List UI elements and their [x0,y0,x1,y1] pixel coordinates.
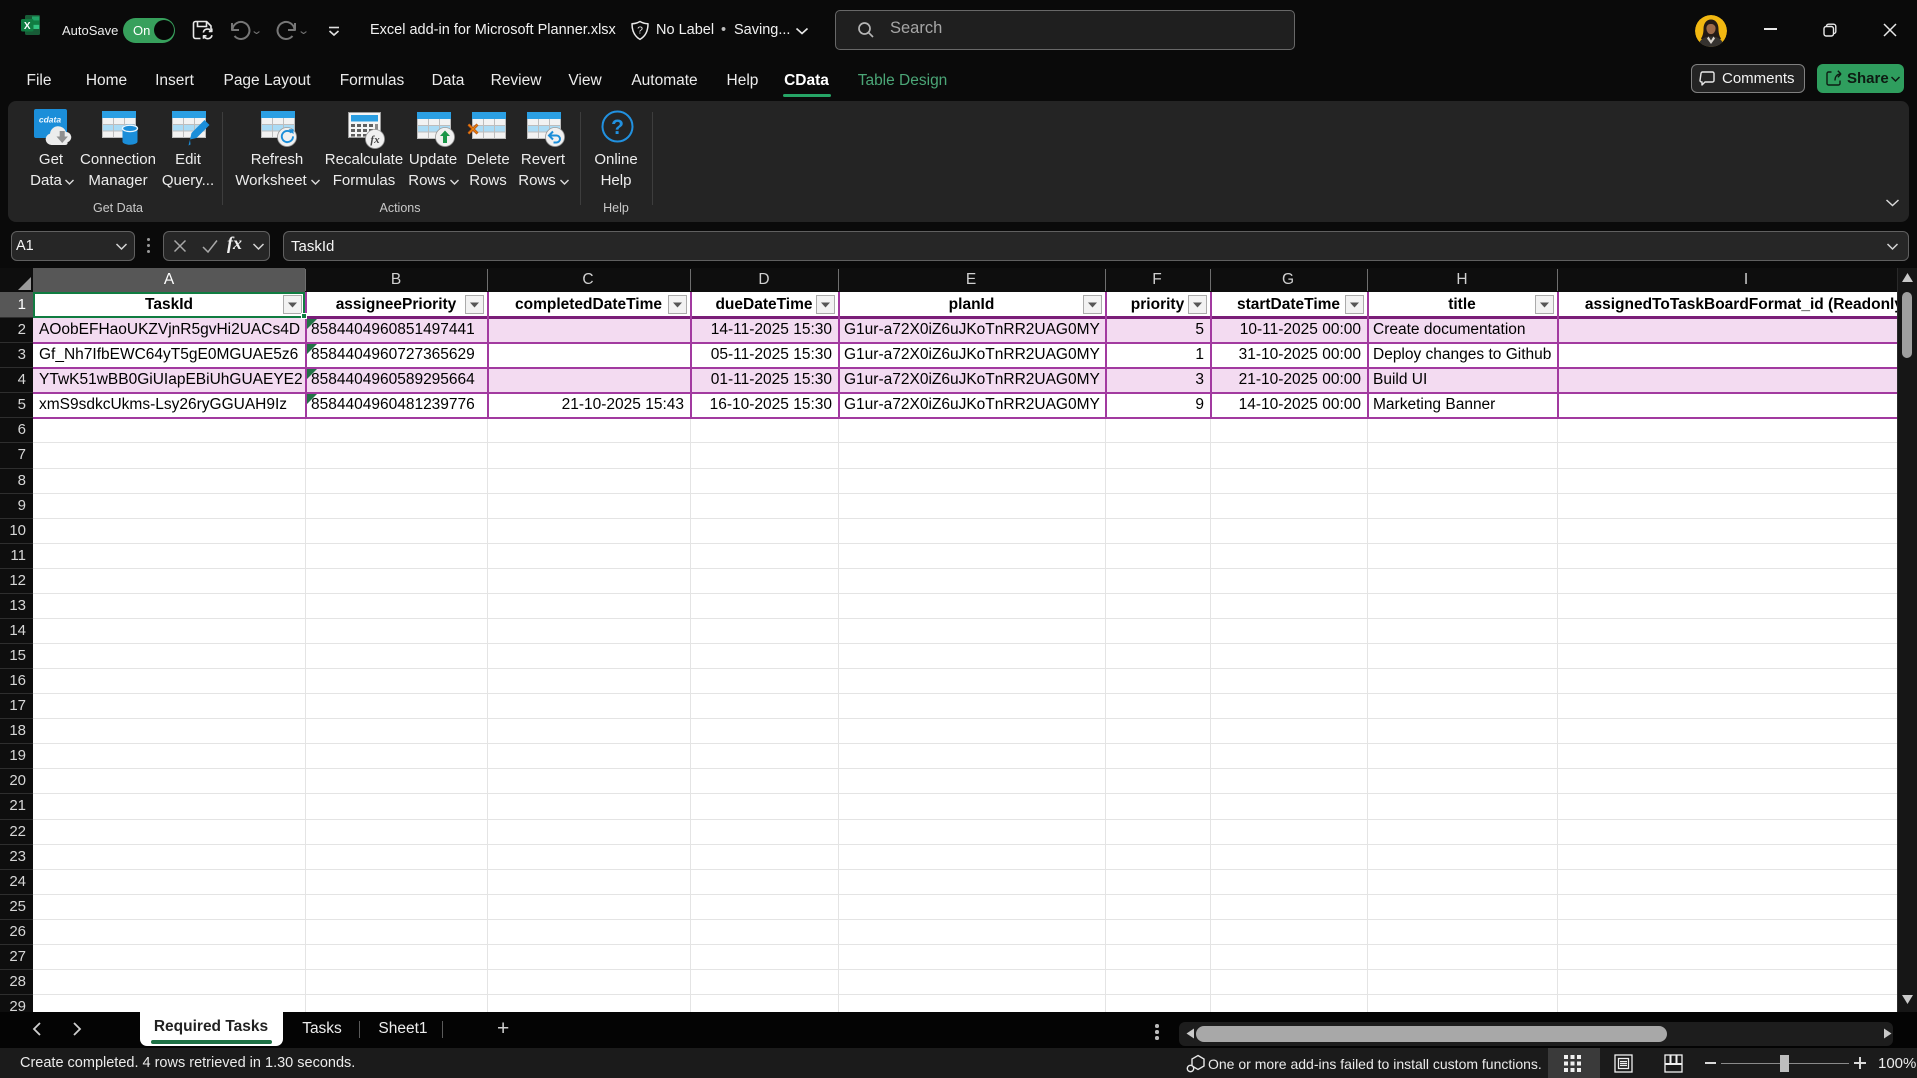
svg-text:?: ? [637,25,643,37]
svg-text:X: X [24,21,31,32]
svg-text:?: ? [611,116,624,139]
svg-text:cdata: cdata [39,115,61,125]
svg-text:fx: fx [370,134,380,146]
